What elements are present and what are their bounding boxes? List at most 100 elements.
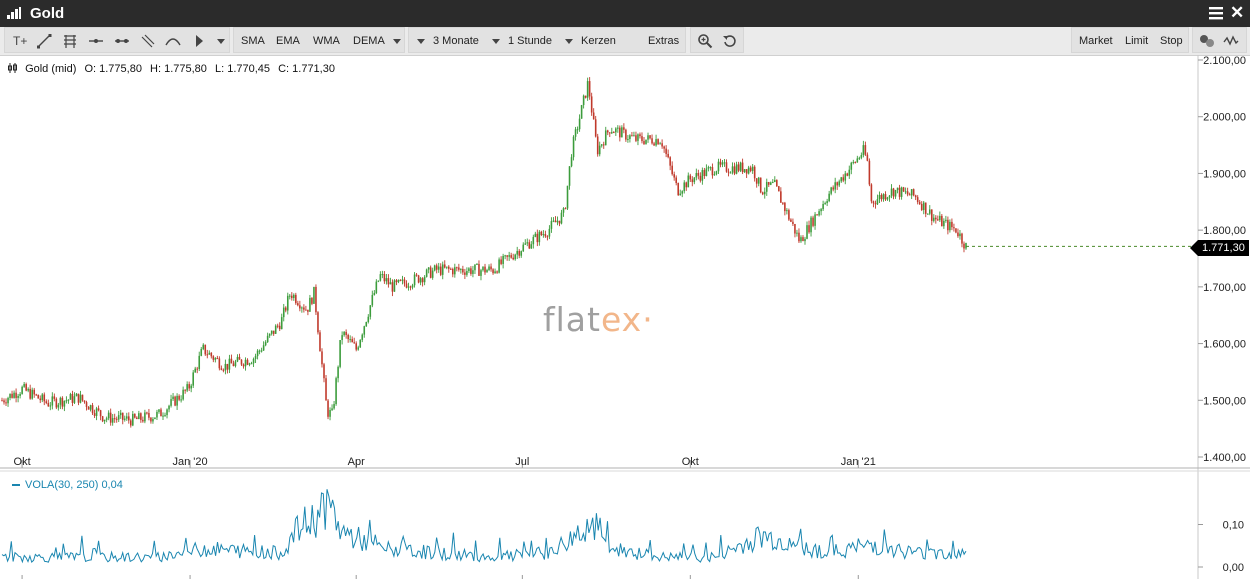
extras-button[interactable]: Extras — [648, 28, 679, 54]
order-group: Market Limit Stop — [1071, 27, 1189, 53]
candle-body — [262, 345, 265, 351]
candle-body — [707, 167, 710, 169]
text-tool-button[interactable]: T+ — [13, 28, 27, 54]
segment-line-icon[interactable] — [114, 33, 130, 49]
candle-body — [13, 392, 15, 398]
chart-style-select[interactable]: Kerzen — [581, 28, 616, 54]
ema-button[interactable]: EMA — [276, 28, 300, 54]
candle-body — [860, 155, 863, 158]
candle-body — [558, 220, 561, 224]
sma-button[interactable]: SMA — [241, 28, 265, 54]
hamburger-menu-icon[interactable] — [1209, 6, 1223, 20]
candle-body — [156, 411, 158, 418]
zoom-icon[interactable] — [697, 33, 713, 49]
candle-body — [254, 356, 257, 359]
candle-body — [810, 217, 812, 233]
candle-body — [735, 164, 738, 174]
candle-body — [17, 395, 19, 398]
candle-body — [405, 283, 408, 288]
price-axis: 2.100,00 2.000,00 1.900,00 1.800,00 1.700,00… — [1198, 55, 1246, 464]
candle-body — [345, 331, 347, 335]
candle-body — [15, 392, 17, 398]
candle-body — [667, 153, 669, 158]
candle-body — [653, 143, 655, 146]
arc-icon[interactable] — [165, 33, 181, 49]
candle-body — [778, 186, 780, 192]
candle-body — [625, 129, 627, 140]
candle-body — [761, 192, 764, 195]
wma-button[interactable]: WMA — [313, 28, 340, 54]
candle-body — [864, 145, 867, 155]
candle-body — [530, 244, 533, 249]
candle-body — [256, 350, 259, 357]
candle-body — [520, 251, 523, 256]
candle-body — [423, 276, 426, 283]
candle-body — [582, 95, 585, 106]
candle-body — [753, 166, 756, 179]
candle-body — [307, 309, 309, 312]
candle-body — [166, 409, 168, 416]
candle-body — [782, 202, 784, 204]
candle-body — [443, 264, 446, 268]
candle-body — [926, 213, 929, 215]
candle-body — [182, 389, 184, 400]
candle-body — [413, 274, 416, 286]
candle-body — [890, 188, 893, 196]
candle-body — [930, 209, 933, 221]
limit-order-button[interactable]: Limit — [1125, 28, 1148, 54]
market-order-button[interactable]: Market — [1079, 28, 1113, 54]
candle-body — [769, 182, 772, 185]
candle-body — [268, 333, 271, 336]
compare-icon[interactable] — [1199, 33, 1215, 49]
x-tick-label: Jan '20 — [172, 456, 207, 468]
candle-body — [83, 400, 86, 403]
candle-body — [546, 236, 549, 238]
candle-body — [922, 202, 925, 210]
period-dropdown-icon[interactable] — [417, 39, 425, 44]
candle-body — [127, 416, 130, 421]
pointer-icon[interactable] — [191, 33, 207, 49]
stop-order-button[interactable]: Stop — [1160, 28, 1183, 54]
candle-body — [671, 165, 673, 175]
candle-body — [99, 410, 102, 417]
candle-body — [184, 389, 186, 391]
candle-body — [107, 412, 110, 419]
candle-body — [319, 332, 321, 352]
candle-body — [820, 209, 822, 212]
watermark-dot: · — [642, 300, 654, 339]
close-icon[interactable]: ✕ — [1230, 3, 1244, 23]
indicator-dropdown-icon[interactable] — [393, 39, 401, 44]
candle-body — [144, 412, 146, 422]
candle-body — [190, 385, 192, 389]
candle-body — [884, 194, 887, 200]
interval-select[interactable]: 1 Stunde — [508, 28, 552, 54]
candle-body — [818, 211, 820, 216]
chart-style-dropdown-icon[interactable] — [565, 39, 573, 44]
tools-dropdown-icon[interactable] — [217, 39, 225, 44]
candle-body — [393, 280, 396, 292]
candle-body — [751, 166, 754, 171]
candle-body — [45, 401, 48, 403]
fibonacci-icon[interactable] — [62, 33, 78, 49]
candle-body — [125, 416, 128, 419]
reset-icon[interactable] — [722, 33, 738, 49]
candle-body — [480, 270, 482, 276]
candle-body — [162, 415, 164, 417]
candle-body — [315, 286, 317, 313]
interval-dropdown-icon[interactable] — [492, 39, 500, 44]
period-select[interactable]: 3 Monate — [433, 28, 479, 54]
y-tick-label: 2.100,00 — [1203, 55, 1246, 67]
channel-icon[interactable] — [140, 33, 156, 49]
candle-body — [61, 397, 64, 407]
candle-body — [39, 398, 42, 401]
candle-body — [943, 220, 945, 227]
trendline-icon[interactable] — [36, 33, 52, 49]
candle-body — [441, 264, 444, 275]
horizontal-line-icon[interactable] — [88, 33, 104, 49]
candle-body — [945, 219, 947, 221]
candle-body — [920, 203, 923, 210]
dema-button[interactable]: DEMA — [353, 28, 385, 54]
candle-body — [49, 405, 52, 407]
candle-body — [560, 212, 563, 224]
wave-icon[interactable] — [1223, 33, 1239, 49]
